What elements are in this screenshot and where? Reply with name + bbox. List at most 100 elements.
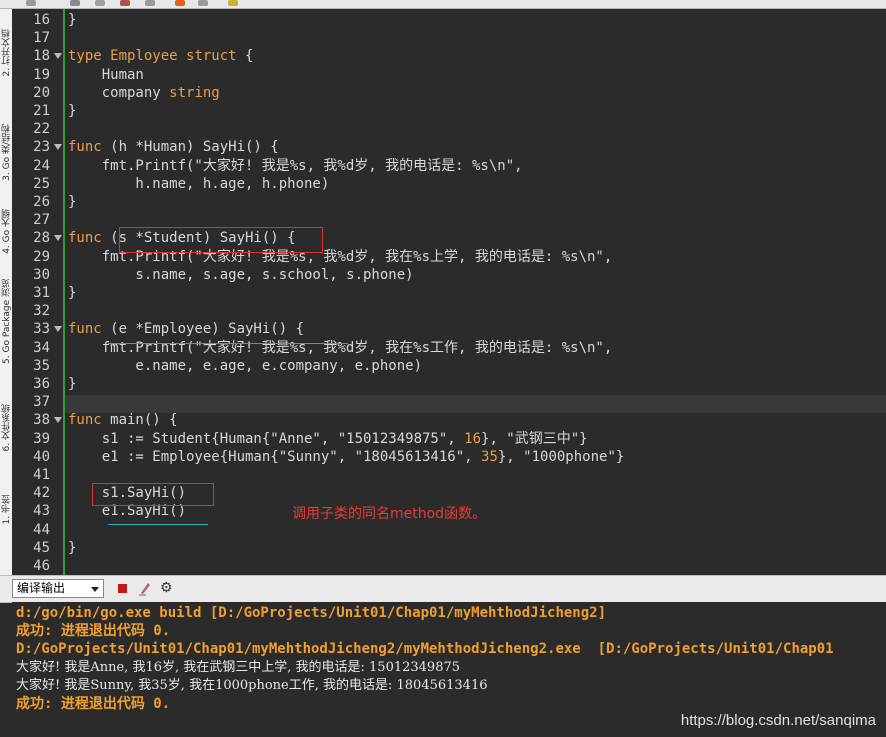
toolbar-run-icon[interactable] (175, 0, 185, 6)
code-token: Human (68, 66, 144, 83)
code-token: type (68, 48, 111, 65)
code-token: e.name, e.age, e.company, e.phone) (68, 357, 423, 374)
code-line: s.name, s.age, s.school, s.phone) (68, 266, 414, 284)
line-number: 21 (33, 103, 50, 119)
code-token: string (169, 84, 220, 101)
side-tab-go-package-browser[interactable]: 5. Go Package 浏览 (0, 279, 12, 364)
line-number: 35 (33, 357, 50, 374)
line-number: 40 (33, 448, 50, 465)
line-number: 22 (33, 121, 50, 138)
code-token: e1 := Employee{Human{"Sunny", "180456134… (68, 448, 482, 465)
code-token: s.name, s.age, s.school, s.phone) (68, 266, 414, 283)
annotation-note: 调用子类的同名method函数。 (292, 506, 487, 522)
line-number: 45 (33, 539, 50, 556)
underline-e1-call (108, 524, 208, 525)
line-number: 23 (33, 139, 50, 156)
code-line: e1 := Employee{Human{"Sunny", "180456134… (68, 448, 625, 466)
code-editor[interactable]: 16 17 18 19 20 21 22 23 24 25 26 27 28 29 30 31 32 33 34 35… (12, 9, 886, 575)
code-token: s1 := Student{Human{"Anne", "15012349875… (68, 430, 465, 447)
side-tab-bookmarks[interactable]: 1. 书签 (0, 495, 12, 524)
line-number: 46 (33, 558, 50, 574)
line-number: 41 (33, 467, 50, 483)
line-number: 18 (33, 48, 50, 65)
line-number: 29 (33, 248, 50, 265)
toolbar-tool-icon[interactable] (95, 0, 105, 6)
gear-icon[interactable]: ⚙ (160, 580, 176, 596)
output-panel-toolbar: 编译输出 ⚙ (0, 575, 886, 603)
code-token: } (68, 12, 77, 28)
code-token: (h *Human) SayHi() { (101, 139, 279, 156)
code-token: fmt.Printf("大家好! 我是%s, 我%d岁, 我的电话是: %s\n… (68, 157, 523, 174)
underline-employee-receiver (108, 343, 348, 344)
code-token: } (68, 285, 77, 301)
line-number: 28 (33, 230, 50, 247)
line-number: 38 (33, 412, 50, 429)
toolbar (0, 0, 886, 9)
code-token: fmt.Printf("大家好! 我是%s, 我%d岁, 我在%s工作, 我的电… (68, 339, 613, 356)
code-line: func (h *Human) SayHi() { (68, 138, 279, 156)
code-token: func (68, 230, 102, 247)
output-line: 大家好! 我是Sunny, 我35岁, 我在1000phone工作, 我的电话是… (16, 677, 488, 693)
output-line: d:/go/bin/go.exe build [D:/GoProjects/Un… (16, 605, 607, 621)
code-token: }, "1000phone"} (497, 448, 625, 465)
code-line: company string (68, 84, 220, 102)
output-line: 大家好! 我是Anne, 我16岁, 我在武钢三中上学, 我的电话是: 1501… (16, 659, 461, 675)
code-token: h.name, h.age, h.phone) (68, 175, 330, 192)
side-tab-go-classes[interactable]: 3. Go 类/结构 (0, 124, 12, 181)
toolbar-tool-icon[interactable] (145, 0, 155, 6)
code-line: } (68, 284, 76, 302)
toolbar-tool-icon[interactable] (198, 0, 208, 6)
code-token: func (68, 139, 102, 156)
code-token: struct (186, 48, 237, 65)
code-token: company (68, 84, 170, 101)
line-number: 36 (33, 376, 50, 392)
output-line: 成功: 进程退出代码 0. (16, 623, 171, 640)
code-token: func (68, 321, 102, 338)
line-number: 31 (33, 285, 50, 301)
toolbar-tool-icon[interactable] (26, 0, 36, 6)
code-token: (e *Employee) SayHi() { (101, 321, 305, 338)
code-line: fmt.Printf("大家好! 我是%s, 我%d岁, 我的电话是: %s\n… (68, 157, 523, 175)
code-line: fmt.Printf("大家好! 我是%s, 我%d岁, 我在%s工作, 我的电… (68, 339, 613, 357)
code-token: Employee (110, 48, 187, 65)
line-number: 30 (33, 266, 50, 283)
line-number: 33 (33, 321, 50, 338)
output-line: D:/GoProjects/Unit01/Chap01/myMehthodJic… (16, 641, 834, 658)
line-number: 24 (33, 157, 50, 174)
watermark: https://blog.csdn.net/sanqima (680, 712, 876, 729)
code-line: } (68, 539, 76, 557)
line-number: 32 (33, 303, 50, 320)
code-line: } (68, 193, 76, 211)
code-line: Human (68, 66, 144, 84)
side-tab-open-documents[interactable]: 2. 打开文档 (0, 29, 12, 76)
fold-toggle-icon[interactable] (54, 326, 62, 333)
code-token: } (68, 376, 77, 392)
line-number: 39 (33, 430, 50, 447)
change-marker-bar (63, 9, 65, 575)
line-number: 42 (33, 485, 50, 502)
fold-toggle-icon[interactable] (54, 417, 62, 424)
highlight-box-s1-call (92, 483, 214, 506)
toolbar-tool-icon[interactable] (228, 0, 238, 6)
chevron-down-icon (91, 587, 99, 592)
toolbar-tool-icon[interactable] (120, 0, 130, 6)
line-number: 37 (33, 394, 50, 411)
fold-toggle-icon[interactable] (54, 144, 62, 151)
code-token: main() { (101, 412, 178, 429)
line-number: 16 (33, 12, 50, 28)
side-tab-file-system[interactable]: 6. 文件系统 (0, 404, 12, 451)
fold-toggle-icon[interactable] (54, 53, 62, 60)
line-number: 25 (33, 175, 50, 192)
line-number: 19 (33, 66, 50, 83)
toolbar-tool-icon[interactable] (70, 0, 80, 6)
output-type-select[interactable]: 编译输出 (12, 579, 104, 598)
code-line: } (68, 102, 76, 120)
side-tab-go-outline[interactable]: 4. Go 大纲 (0, 209, 12, 254)
code-line: } (68, 11, 76, 29)
line-number: 43 (33, 503, 50, 520)
stop-icon[interactable] (118, 584, 127, 593)
fold-toggle-icon[interactable] (54, 235, 62, 242)
line-number: 27 (33, 212, 50, 229)
code-line: e.name, e.age, e.company, e.phone) (68, 357, 422, 375)
clear-icon[interactable] (138, 580, 152, 596)
